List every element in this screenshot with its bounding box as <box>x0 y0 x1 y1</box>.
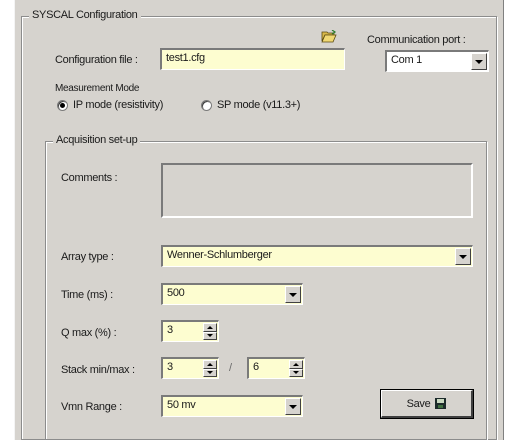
stack-max-spin-buttons[interactable] <box>289 360 303 377</box>
arrow-down-icon <box>293 371 299 375</box>
time-dropdown-button[interactable] <box>285 286 301 303</box>
comments-textarea[interactable] <box>161 163 473 218</box>
stack-max-up-button[interactable] <box>289 360 303 369</box>
configuration-file-value: test1.cfg <box>166 52 205 64</box>
window-title: SYSCAL Configuration <box>29 9 141 21</box>
communication-port-select[interactable]: Com 1 <box>385 50 489 72</box>
qmax-spinbox[interactable]: 3 <box>161 320 219 342</box>
array-type-dropdown-button[interactable] <box>455 248 471 265</box>
sp-mode-label[interactable]: SP mode (v11.3+) <box>217 99 300 111</box>
floppy-disk-icon <box>435 398 447 409</box>
syscal-config-panel: SYSCAL Configuration Configuration file … <box>14 0 504 440</box>
measurement-mode-label: Measurement Mode <box>55 83 140 94</box>
vmn-range-label: Vmn Range : <box>61 401 122 413</box>
communication-port-dropdown-button[interactable] <box>471 53 487 70</box>
time-label: Time (ms) : <box>61 289 113 301</box>
stack-max-spinbox[interactable]: 6 <box>247 357 305 379</box>
array-type-select[interactable]: Wenner-Schlumberger <box>161 245 473 267</box>
stack-max-value: 6 <box>253 361 259 373</box>
stack-min-down-button[interactable] <box>203 368 217 377</box>
stack-label: Stack min/max : <box>61 364 135 376</box>
stack-max-down-button[interactable] <box>289 368 303 377</box>
save-button[interactable]: Save <box>380 389 474 419</box>
array-type-label: Array type : <box>61 251 114 263</box>
stack-min-spin-buttons[interactable] <box>203 360 217 377</box>
vmn-range-select[interactable]: 50 mv <box>161 395 303 417</box>
vmn-range-dropdown-button[interactable] <box>285 398 301 415</box>
arrow-up-icon <box>207 325 213 329</box>
qmax-up-button[interactable] <box>203 323 217 332</box>
chevron-down-icon <box>459 254 467 259</box>
configuration-file-input[interactable]: test1.cfg <box>160 48 345 70</box>
time-select[interactable]: 500 <box>161 283 303 305</box>
array-type-value: Wenner-Schlumberger <box>167 249 272 261</box>
qmax-spin-buttons[interactable] <box>203 323 217 340</box>
comments-label: Comments : <box>61 172 118 184</box>
chevron-down-icon <box>475 59 483 64</box>
stack-min-value: 3 <box>167 361 173 373</box>
save-button-label: Save <box>406 397 431 410</box>
ip-mode-label[interactable]: IP mode (resistivity) <box>73 99 163 111</box>
communication-port-label: Communication port : <box>367 34 466 46</box>
arrow-down-icon <box>207 334 213 338</box>
configuration-file-label: Configuration file : <box>55 54 138 66</box>
stack-min-spinbox[interactable]: 3 <box>161 357 219 379</box>
sp-mode-radio[interactable] <box>201 100 212 111</box>
qmax-value: 3 <box>167 324 173 336</box>
stack-separator: / <box>229 362 232 374</box>
acquisition-setup-legend: Acquisition set-up <box>53 134 141 146</box>
qmax-down-button[interactable] <box>203 331 217 340</box>
arrow-up-icon <box>207 362 213 366</box>
arrow-down-icon <box>207 371 213 375</box>
vmn-range-value: 50 mv <box>167 399 196 411</box>
folder-open-icon[interactable] <box>321 30 337 43</box>
time-value: 500 <box>167 287 185 299</box>
arrow-up-icon <box>293 362 299 366</box>
qmax-label: Q max (%) : <box>61 327 117 339</box>
ip-mode-radio[interactable] <box>57 100 68 111</box>
stack-min-up-button[interactable] <box>203 360 217 369</box>
communication-port-value: Com 1 <box>391 54 422 66</box>
chevron-down-icon <box>289 404 297 409</box>
chevron-down-icon <box>289 292 297 297</box>
